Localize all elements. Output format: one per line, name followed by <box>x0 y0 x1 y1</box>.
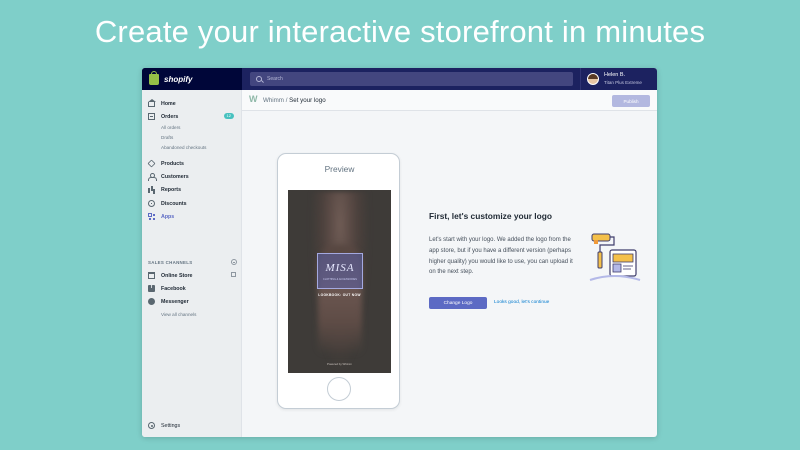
sidebar-item-label: Messenger <box>161 298 189 305</box>
person-icon <box>148 173 157 181</box>
search-icon <box>256 76 262 82</box>
sidebar-item-products[interactable]: Products <box>147 159 238 168</box>
user-menu[interactable]: Helen B. Titan Plus Extreme <box>580 68 642 90</box>
lookbook-caption: LOOKBOOK: OUT NOW <box>318 293 361 297</box>
sidebar-subitem-all-orders[interactable]: All orders <box>161 125 180 130</box>
phone-preview: Preview MISA CLOTHING & ACCESSORIES LOOK… <box>277 153 400 409</box>
store-logo-subtext: CLOTHING & ACCESSORIES <box>323 278 357 281</box>
sidebar-item-label: Settings <box>161 422 181 429</box>
top-bar: shopify Helen B. Titan Plus Extreme <box>142 68 657 90</box>
breadcrumb-app[interactable]: Whimm <box>263 97 284 104</box>
add-channel-icon[interactable] <box>231 259 237 265</box>
store-logo-text: MISA <box>325 262 355 274</box>
sidebar-item-label: Apps <box>161 213 175 220</box>
breadcrumb-current: Set your logo <box>289 97 326 104</box>
sidebar-item-messenger[interactable]: Messenger <box>148 297 238 306</box>
avatar <box>587 73 599 85</box>
app-window: shopify Helen B. Titan Plus Extreme Home… <box>142 68 657 437</box>
content-title: First, let's customize your logo <box>429 211 552 221</box>
whimm-logo[interactable]: W <box>249 94 258 104</box>
breadcrumb: Whimm / Set your logo <box>263 97 326 104</box>
orders-icon <box>148 113 155 120</box>
preview-label: Preview <box>324 164 355 174</box>
breadcrumb-separator: / <box>285 97 288 104</box>
page-headline: Create your interactive storefront in mi… <box>94 14 706 49</box>
change-logo-button[interactable]: Change Logo <box>429 297 487 309</box>
sidebar-item-discounts[interactable]: Discounts <box>148 199 238 208</box>
sidebar-item-home[interactable]: Home <box>148 99 238 108</box>
paint-roller-illustration <box>589 233 641 281</box>
brand[interactable]: shopify <box>142 68 242 90</box>
messenger-icon <box>148 298 155 305</box>
search-input[interactable] <box>267 76 547 82</box>
orders-count-badge: 12 <box>223 113 234 119</box>
sidebar-subitem-abandoned-checkouts[interactable]: Abandoned checkouts <box>161 145 206 150</box>
bar-chart-icon <box>148 186 155 193</box>
view-all-channels-link[interactable]: View all channels <box>161 312 196 317</box>
brand-name: shopify <box>164 74 193 84</box>
home-icon <box>148 99 156 107</box>
external-link-icon[interactable] <box>231 272 236 277</box>
sidebar-item-facebook[interactable]: Facebook <box>148 284 238 293</box>
phone-home-button <box>327 377 351 401</box>
sidebar-item-customers[interactable]: Customers <box>148 172 238 181</box>
sidebar-item-label: Customers <box>161 173 189 180</box>
preview-screen: MISA CLOTHING & ACCESSORIES LOOKBOOK: OU… <box>288 190 391 373</box>
sidebar-item-label: Facebook <box>161 285 186 292</box>
publish-button[interactable]: Publish <box>612 95 650 107</box>
continue-link[interactable]: Looks good, let's continue <box>494 300 549 305</box>
sidebar-item-settings[interactable]: Settings <box>148 421 238 430</box>
search-bar[interactable] <box>250 72 573 86</box>
sidebar: Home Orders 12 All orders Drafts Abandon… <box>142 90 242 437</box>
sidebar-item-label: Reports <box>161 186 182 193</box>
facebook-icon <box>148 284 155 292</box>
sidebar-item-label: Online Store <box>161 272 193 279</box>
sidebar-subitem-drafts[interactable]: Drafts <box>161 135 173 140</box>
sidebar-item-label: Orders <box>161 113 179 120</box>
sidebar-item-reports[interactable]: Reports <box>148 185 238 194</box>
page-header: W Whimm / Set your logo Publish <box>242 90 657 111</box>
store-icon <box>148 272 155 279</box>
sidebar-item-orders[interactable]: Orders 12 <box>148 112 238 121</box>
sidebar-item-label: Products <box>161 160 184 167</box>
powered-by: Powered by Whimm <box>326 362 353 366</box>
apps-icon <box>148 213 155 220</box>
store-logo: MISA CLOTHING & ACCESSORIES <box>317 253 363 289</box>
sidebar-item-label: Discounts <box>161 200 187 207</box>
tag-icon <box>147 159 156 168</box>
shopping-bag-icon <box>149 70 159 85</box>
sales-channels-title: SALES CHANNELS <box>148 260 193 265</box>
user-name: Helen B. <box>604 72 626 78</box>
discount-icon <box>148 200 155 207</box>
user-plan: Titan Plus Extreme <box>604 80 642 85</box>
sidebar-item-label: Home <box>161 100 176 107</box>
gear-icon <box>148 422 155 429</box>
content-body: Let's start with your logo. We added the… <box>429 237 573 276</box>
sidebar-item-online-store[interactable]: Online Store <box>148 271 238 280</box>
sidebar-item-apps[interactable]: Apps <box>148 212 238 221</box>
